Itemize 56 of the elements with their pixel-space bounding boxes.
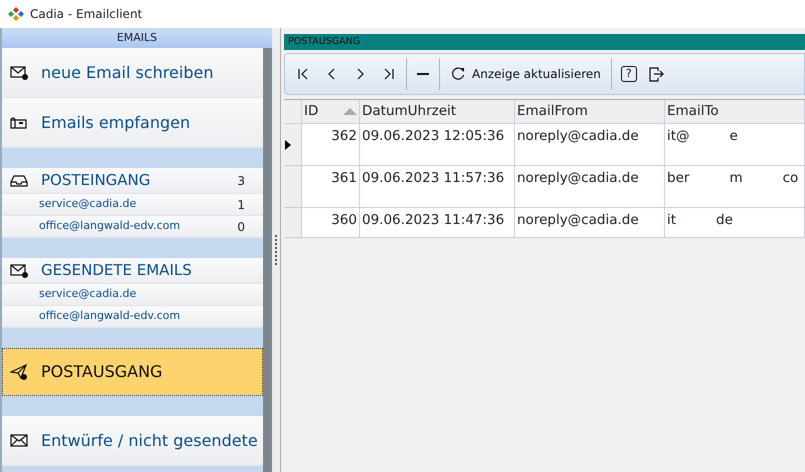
item-label: Emails empfangen xyxy=(41,112,190,134)
table-cell-text: e xyxy=(730,127,738,146)
item-label: POSTEINGANG xyxy=(41,170,150,192)
scrollbar[interactable] xyxy=(263,48,272,472)
sidebar-item[interactable]: neue Email schreiben xyxy=(2,48,263,98)
help-button[interactable]: ? xyxy=(620,66,637,82)
table-cell: 360 xyxy=(331,212,357,228)
sidebar-item[interactable]: service@cadia.de xyxy=(2,284,263,306)
table-cell: noreply@cadia.de xyxy=(517,170,639,186)
column-header[interactable]: ID xyxy=(302,100,360,123)
table-cell-text: it xyxy=(667,211,676,230)
table-cell: 09.06.2023 12:05:36 xyxy=(362,128,504,144)
column-header[interactable]: EmailTo xyxy=(665,100,805,123)
refresh-icon xyxy=(450,66,466,82)
item-label: POSTAUSGANG xyxy=(41,360,162,382)
table-cell-text: m xyxy=(729,169,743,188)
item-label: office@langwald-edv.com xyxy=(39,308,180,324)
column-header[interactable]: DatumUhrzeit xyxy=(360,100,515,123)
item-label: service@cadia.de xyxy=(39,196,136,212)
column-header[interactable]: EmailFrom xyxy=(515,100,665,123)
sidebar-item[interactable]: POSTAUSGANG xyxy=(2,348,263,396)
sidebar-item[interactable]: GESENDETE EMAILS xyxy=(2,258,263,284)
table-cell: 09.06.2023 11:47:36 xyxy=(362,212,504,228)
table-cell: 361 xyxy=(331,170,357,186)
refresh-button[interactable]: Anzeige aktualisieren xyxy=(445,63,606,85)
item-count: 1 xyxy=(237,196,245,214)
sidebar-item[interactable]: Entwürfe / nicht gesendete xyxy=(2,416,263,466)
item-label: Entwürfe / nicht gesendete xyxy=(41,430,258,452)
window-title: Cadia - Emailclient xyxy=(30,6,142,23)
sidebar-item[interactable]: Emails empfangen xyxy=(2,98,263,148)
table-cell-text: co xyxy=(782,169,798,188)
sidebar-header: EMAILS xyxy=(2,30,272,48)
exit-icon xyxy=(648,66,664,82)
minus-icon xyxy=(417,73,429,75)
envelope-icon xyxy=(10,432,29,449)
sidebar-item[interactable]: office@langwald-edv.com 0 xyxy=(2,216,263,238)
table-cell-text: it@ xyxy=(667,127,690,146)
item-count: 3 xyxy=(237,172,245,190)
table-cell-text: ber xyxy=(667,169,690,188)
row-header[interactable] xyxy=(284,124,302,165)
sidebar-item[interactable]: office@langwald-edv.com xyxy=(2,306,263,328)
sidebar-item[interactable]: service@cadia.de 1 xyxy=(2,194,263,216)
sidebar-item[interactable]: POSTEINGANG 3 xyxy=(2,168,263,194)
item-label: service@cadia.de xyxy=(39,286,136,302)
table-cell: noreply@cadia.de xyxy=(517,212,639,228)
app-logo-icon xyxy=(8,7,24,21)
table-cell: 09.06.2023 11:57:36 xyxy=(362,170,504,186)
item-count: 0 xyxy=(237,218,245,236)
item-label: GESENDETE EMAILS xyxy=(41,260,192,282)
item-label: neue Email schreiben xyxy=(41,62,214,84)
item-label: office@langwald-edv.com xyxy=(39,218,180,234)
row-pointer-icon xyxy=(284,138,292,150)
panel-header: POSTAUSGANG xyxy=(284,34,805,50)
table-cell: 362 xyxy=(331,128,357,144)
table-cell: noreply@cadia.de xyxy=(517,128,639,144)
table-cell-text: de xyxy=(716,211,733,230)
